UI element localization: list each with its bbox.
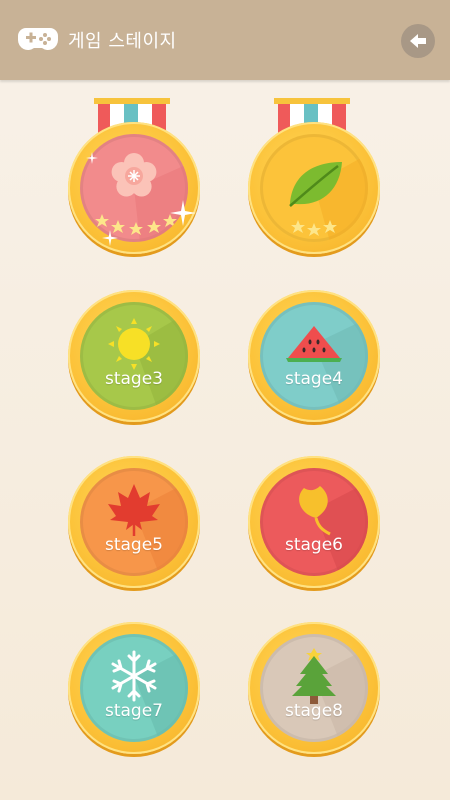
stage-label: stage8 [284, 701, 343, 721]
stage-2-medal[interactable] [248, 122, 380, 254]
stage-face [80, 302, 188, 410]
stage-label: stage6 [284, 535, 343, 555]
stage-6-medal[interactable]: stage6 [248, 456, 380, 588]
sparkle-icon [86, 152, 98, 164]
stage-1-medal[interactable] [68, 122, 200, 254]
stage-face [260, 634, 368, 742]
stage-8-medal[interactable]: stage8 [248, 622, 380, 754]
stage-7-medal[interactable]: stage7 [68, 622, 200, 754]
stage-label: stage7 [104, 701, 163, 721]
page-title: 게임 스테이지 [68, 31, 177, 52]
stage-label: stage4 [284, 369, 343, 389]
back-button[interactable] [401, 24, 435, 58]
stage-5-medal[interactable]: stage5 [68, 456, 200, 588]
app-header: 게임 스테이지 [0, 0, 450, 80]
stage-4-medal[interactable]: stage4 [248, 290, 380, 422]
sparkle-icon [102, 230, 118, 246]
stage-face [80, 468, 188, 576]
plum-blossom-icon [111, 153, 157, 197]
stage-label: stage3 [104, 369, 163, 389]
arrow-left-icon [410, 34, 426, 48]
stage-face [80, 634, 188, 742]
stage-3-medal[interactable]: stage3 [68, 290, 200, 422]
sparkle-icon [170, 200, 196, 226]
gamepad-icon [18, 28, 58, 50]
stage-face [260, 468, 368, 576]
stage-face [260, 302, 368, 410]
stage-face [260, 134, 368, 242]
stage-label: stage5 [104, 535, 163, 555]
